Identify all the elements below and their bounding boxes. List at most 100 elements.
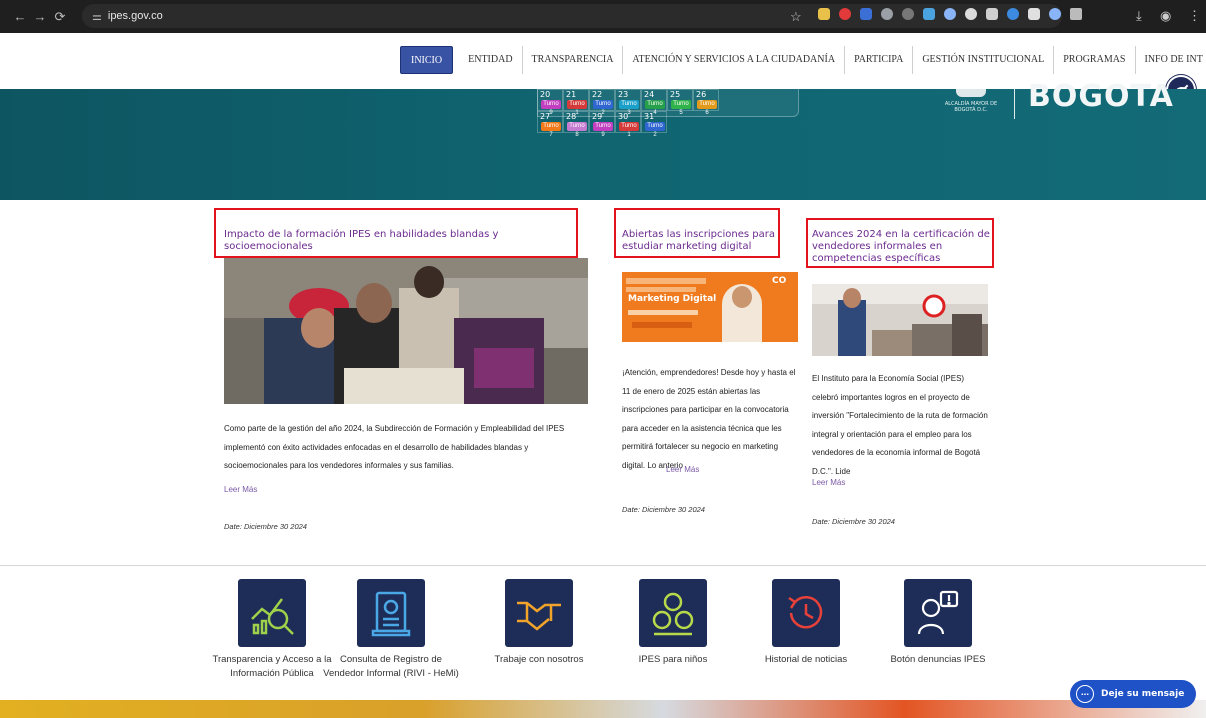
nav-programas[interactable]: PROGRAMAS [1054, 46, 1136, 74]
extension-block-icon[interactable] [902, 8, 914, 20]
extension-circle-icon[interactable] [944, 8, 956, 20]
shift-tag: Turno 1 [567, 100, 587, 116]
news-date-3: Date: Diciembre 30 2024 [812, 517, 895, 526]
calendar-day-number: 28 [566, 112, 577, 121]
chart-magnifier-icon [238, 579, 306, 647]
extension-translate-icon[interactable] [923, 8, 935, 20]
shift-tag: Turno 2 [645, 122, 665, 138]
calendar-day[interactable]: 28 Turno 8 [563, 111, 589, 138]
calendar-week-1: 20 Turno 9 21 Turno 1 22 Turno 2 23 Turno 3 24 Tu… [537, 89, 719, 116]
calendar-day[interactable]: 22 Turno 2 [589, 89, 615, 116]
promo-brand: CO [772, 276, 787, 286]
news-image-2[interactable]: Marketing Digital CO [622, 272, 798, 342]
news-title-3[interactable]: Avances 2024 en la certificación de vend… [812, 229, 992, 265]
extension-square-icon[interactable] [986, 8, 998, 20]
hero-banner: 20 Turno 9 21 Turno 1 22 Turno 2 23 Turno 3 24 Tu… [0, 79, 1206, 200]
calendar-day[interactable]: 29 Turno 9 [589, 111, 615, 138]
extension-dot-icon[interactable] [965, 8, 977, 20]
chat-message-button[interactable]: … Deje su mensaje [1070, 680, 1196, 708]
chat-label: Deje su mensaje [1101, 689, 1185, 699]
extension-grid-icon[interactable] [860, 8, 872, 20]
nav-participa[interactable]: PARTICIPA [845, 46, 914, 74]
nav-info[interactable]: INFO DE INT [1136, 46, 1206, 74]
read-more-link-1[interactable]: Leer Más [224, 485, 257, 494]
back-icon[interactable]: ← [10, 9, 30, 24]
extension-user-icon[interactable] [1049, 8, 1061, 20]
extension-light-icon[interactable] [1028, 8, 1040, 20]
news-title-1[interactable]: Impacto de la formación IPES en habilida… [224, 229, 576, 253]
bookmark-star-icon[interactable]: ☆ [790, 9, 802, 25]
alcaldia-seal-icon [956, 89, 986, 97]
bogota-logo: BOGOTA [1028, 79, 1174, 114]
news-date-1: Date: Diciembre 30 2024 [224, 522, 307, 531]
nav-gestion[interactable]: GESTIÓN INSTITUCIONAL [913, 46, 1055, 74]
news-body-2: ¡Atención, emprendedores! Desde hoy y ha… [622, 368, 796, 470]
history-clock-icon [772, 579, 840, 647]
alcaldia-logo: ALCALDÍA MAYOR DE BOGOTÁ D.C. [938, 89, 1008, 129]
calendar-day[interactable]: 24 Turno 4 [641, 89, 667, 116]
calendar-day[interactable]: 27 Turno 7 [537, 111, 563, 138]
quicklink-ninos[interactable]: IPES para niños [603, 579, 743, 667]
forward-icon[interactable]: → [30, 9, 50, 24]
quicklink-label-4: IPES para niños [638, 654, 708, 665]
browser-menu-icon[interactable]: ⋮ [1188, 8, 1201, 24]
shift-tag: Turno 2 [593, 100, 613, 116]
shift-tag: Turno 9 [593, 122, 613, 138]
news-image-3[interactable] [812, 284, 988, 356]
shift-tag: Turno 9 [541, 100, 561, 116]
quicklink-label-5: Historial de noticias [764, 654, 848, 665]
extension-camera-icon[interactable] [881, 8, 893, 20]
extension-record-icon[interactable] [839, 8, 851, 20]
calendar-day-number: 22 [592, 90, 603, 99]
calendar-day[interactable]: 21 Turno 1 [563, 89, 589, 116]
read-more-link-3[interactable]: Leer Más [812, 478, 845, 487]
footer-banner [0, 700, 1206, 718]
calendar-day-number: 31 [644, 112, 655, 121]
calendar-day-number: 20 [540, 90, 551, 99]
nav-inicio[interactable]: INICIO [400, 46, 454, 74]
shift-tag: Turno 5 [671, 100, 691, 116]
read-more-link-2[interactable]: Leer Más [666, 465, 699, 474]
shift-tag: Turno 6 [697, 100, 717, 116]
profile-avatar-icon[interactable]: ◉ [1160, 8, 1171, 24]
calendar-day[interactable]: 31 Turno 2 [641, 111, 667, 138]
calendar-day-number: 30 [618, 112, 629, 121]
download-icon[interactable]: ⤓ [1136, 8, 1142, 24]
main-menu: INICIO ENTIDAD TRANSPARENCIA ATENCIÓN Y … [400, 46, 1206, 74]
quicklink-historial[interactable]: Historial de noticias [736, 579, 876, 667]
extension-pen-icon[interactable] [818, 8, 830, 20]
handshake-icon [505, 579, 573, 647]
calendar-day[interactable]: 23 Turno 3 [615, 89, 641, 116]
news-body-3: El Instituto para la Economía Social (IP… [812, 374, 988, 476]
address-url: ipes.gov.co [107, 10, 163, 22]
news-body-1: Como parte de la gestión del año 2024, l… [224, 424, 565, 470]
reload-icon[interactable]: ⟳ [50, 9, 70, 25]
site-info-icon[interactable]: ⚌ [92, 10, 102, 23]
nav-transparencia[interactable]: TRANSPARENCIA [523, 46, 624, 74]
quicklink-registro[interactable]: Consulta de Registro de Vendedor Informa… [321, 579, 461, 681]
shift-tag: Turno 3 [619, 100, 639, 116]
promo-heading: Marketing Digital [628, 294, 717, 304]
calendar-week-2: 27 Turno 7 28 Turno 8 29 Turno 9 30 Turno 1 31 Tu… [537, 111, 667, 138]
news-image-1[interactable] [224, 258, 588, 404]
site-navigation: INICIO ENTIDAD TRANSPARENCIA ATENCIÓN Y … [0, 33, 1206, 105]
quicklink-label-3: Trabaje con nosotros [494, 654, 584, 665]
calendar-day[interactable]: 25 Turno 5 [667, 89, 693, 116]
quicklink-trabaje[interactable]: Trabaje con nosotros [469, 579, 609, 667]
calendar-day[interactable]: 20 Turno 9 [537, 89, 563, 116]
quicklink-denuncias[interactable]: Botón denuncias IPES [868, 579, 1008, 667]
nav-atencion[interactable]: ATENCIÓN Y SERVICIOS A LA CIUDADANÍA [623, 46, 846, 74]
extensions-bar [818, 8, 1082, 20]
quicklink-label-6: Botón denuncias IPES [890, 654, 986, 665]
quicklink-label-2: Consulta de Registro de Vendedor Informa… [323, 654, 459, 679]
shift-tag: Turno 4 [645, 100, 665, 116]
children-icon [639, 579, 707, 647]
calendar-day[interactable]: 30 Turno 1 [615, 111, 641, 138]
extension-blue-icon[interactable] [1007, 8, 1019, 20]
nav-entidad[interactable]: ENTIDAD [459, 46, 523, 74]
news-title-2[interactable]: Abiertas las inscripciones para estudiar… [622, 229, 778, 253]
calendar-day[interactable]: 26 Turno 6 [693, 89, 719, 116]
extensions-puzzle-icon[interactable] [1070, 8, 1082, 20]
report-alert-icon [904, 579, 972, 647]
shift-tag: Turno 7 [541, 122, 561, 138]
